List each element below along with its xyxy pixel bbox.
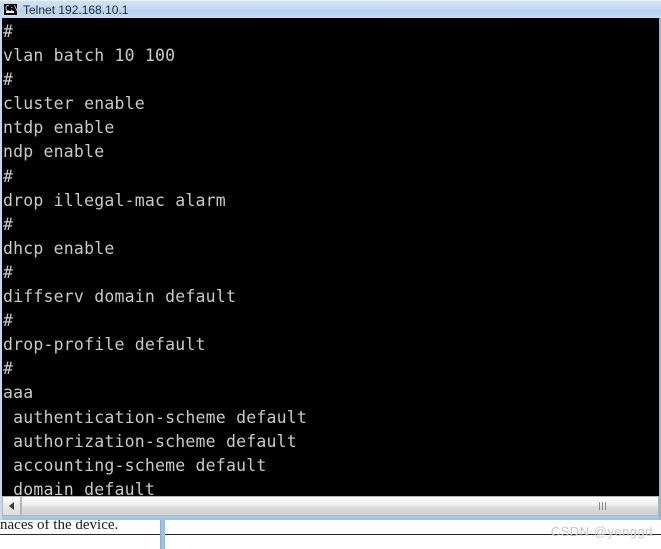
scroll-left-arrow-icon[interactable] (2, 496, 21, 516)
terminal-area[interactable]: # vlan batch 10 100 # cluster enable ntdp en… (0, 18, 661, 496)
terminal-line: domain default (3, 479, 156, 496)
terminal-line: authorization-scheme default (3, 431, 297, 451)
telnet-window[interactable]: C:\ Telnet 192.168.10.1 # vlan batch 10 1… (0, 0, 661, 520)
terminal-line: aaa (3, 383, 34, 403)
scrollbar-thumb[interactable] (21, 496, 659, 516)
console-icon: C:\ (3, 3, 18, 16)
terminal-line: cluster enable (3, 94, 145, 114)
left-arrow-glyph (9, 502, 14, 510)
terminal-line: # (3, 359, 14, 379)
terminal-line: # (3, 311, 14, 331)
terminal-line: vlan batch 10 100 (3, 46, 176, 66)
terminal-line: drop illegal-mac alarm (3, 190, 226, 210)
terminal-line: accounting-scheme default (3, 455, 267, 475)
window-title-bar[interactable]: C:\ Telnet 192.168.10.1 (0, 0, 661, 18)
scrollbar-track[interactable] (21, 496, 659, 516)
terminal-screen[interactable]: # vlan batch 10 100 # cluster enable ntdp en… (2, 20, 659, 496)
terminal-line: # (3, 166, 14, 186)
terminal-line: # (3, 22, 14, 41)
terminal-line: drop-profile default (3, 335, 206, 355)
terminal-line: dhcp enable (3, 238, 115, 258)
console-icon-bar (6, 11, 14, 13)
background-page-text: naces of the device. (0, 519, 119, 533)
horizontal-scrollbar[interactable] (0, 496, 661, 516)
terminal-line: # (3, 70, 14, 90)
terminal-line: authentication-scheme default (3, 407, 308, 427)
thumb-grip-icon (599, 502, 606, 510)
csdn-watermark: CSDN @yenggd (550, 524, 653, 539)
terminal-line: ntdp enable (3, 118, 115, 138)
window-title: Telnet 192.168.10.1 (23, 2, 129, 17)
terminal-line: # (3, 214, 14, 234)
window-bottom-edge (0, 516, 661, 520)
terminal-line: diffserv domain default (3, 287, 237, 307)
terminal-line: ndp enable (3, 142, 105, 162)
terminal-line: # (3, 262, 14, 282)
